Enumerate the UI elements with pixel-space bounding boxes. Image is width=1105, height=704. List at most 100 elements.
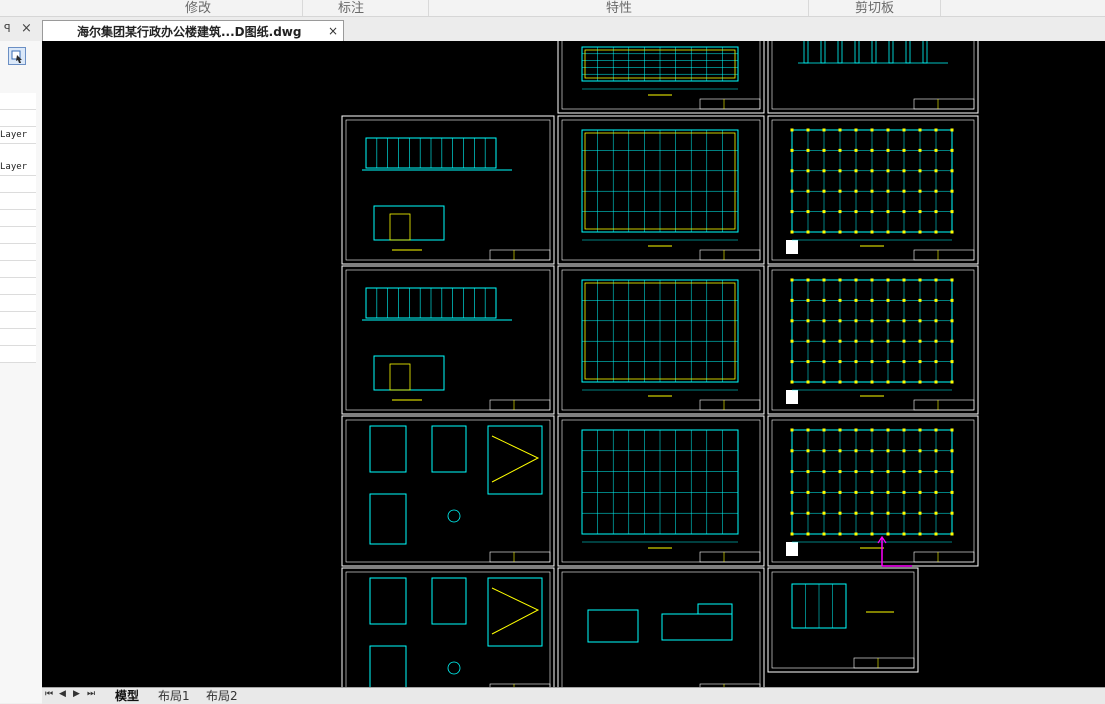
column-mark — [934, 319, 938, 323]
stair-flight-line — [491, 587, 540, 635]
column-mark — [918, 298, 922, 302]
column-mark — [886, 449, 890, 453]
column-mark — [902, 470, 906, 474]
column-mark — [870, 189, 874, 193]
column-mark — [806, 470, 810, 474]
layer-row[interactable]: Layer — [0, 127, 36, 144]
ribbon-group-clipboard[interactable]: 剪切板 — [855, 0, 894, 16]
column-mark — [918, 148, 922, 152]
tab-layout1[interactable]: 布局1 — [158, 687, 190, 704]
column-mark — [950, 189, 954, 193]
column-mark — [918, 230, 922, 234]
column-mark — [886, 278, 890, 282]
ribbon-group-dimension[interactable]: 标注 — [338, 0, 364, 16]
prev-layout-icon[interactable]: ◀ — [59, 689, 66, 699]
column-mark — [902, 230, 906, 234]
column-mark — [854, 210, 858, 214]
column-mark — [870, 532, 874, 536]
column-mark — [886, 532, 890, 536]
column-mark — [790, 128, 794, 132]
drawing-canvas[interactable] — [42, 41, 1105, 687]
stair-plan-outline — [369, 425, 407, 473]
column-mark — [854, 148, 858, 152]
column-mark — [870, 449, 874, 453]
column-mark — [806, 490, 810, 494]
column-mark — [854, 189, 858, 193]
drawing-sheet-frame — [557, 567, 765, 687]
title-block — [853, 657, 915, 669]
panel-row — [0, 329, 36, 346]
column-mark — [790, 319, 794, 323]
column-mark — [918, 449, 922, 453]
tab-layout2[interactable]: 布局2 — [206, 687, 238, 704]
column-mark — [918, 189, 922, 193]
column-mark — [934, 490, 938, 494]
close-icon[interactable]: × — [21, 21, 32, 36]
column-mark — [870, 298, 874, 302]
column-mark — [870, 511, 874, 515]
column-mark — [902, 490, 906, 494]
column-mark — [854, 380, 858, 384]
panel-row — [0, 312, 36, 329]
column-mark — [886, 380, 890, 384]
tab-model[interactable]: 模型 — [115, 687, 139, 704]
column-mark — [902, 380, 906, 384]
column-mark — [854, 470, 858, 474]
title-block — [489, 399, 551, 411]
column-mark — [950, 319, 954, 323]
column-mark — [790, 169, 794, 173]
drawing-sheet-frame — [557, 41, 765, 114]
panel-row — [0, 176, 36, 193]
title-block — [489, 249, 551, 261]
stair-plan-outline — [369, 577, 407, 625]
last-layout-icon[interactable]: ⏭ — [87, 689, 95, 699]
column-mark — [918, 360, 922, 364]
stair-plan-outline — [369, 645, 407, 687]
panel-row — [0, 93, 36, 110]
column-mark — [950, 210, 954, 214]
column-mark — [886, 189, 890, 193]
column-mark — [838, 128, 842, 132]
column-mark — [934, 169, 938, 173]
layer-row[interactable]: Layer — [0, 159, 36, 176]
panel-header: ꟼ × — [0, 21, 42, 39]
drawing-sheet-inner-frame — [771, 571, 915, 669]
panel-row — [0, 110, 36, 127]
ribbon-group-properties[interactable]: 特性 — [606, 0, 632, 16]
column-mark — [790, 470, 794, 474]
column-mark — [822, 339, 826, 343]
column-mark — [918, 169, 922, 173]
side-elevation-outline — [373, 205, 445, 241]
column-elevation — [837, 41, 843, 64]
column-mark — [950, 128, 954, 132]
column-mark — [934, 298, 938, 302]
ribbon-group-modify[interactable]: 修改 — [185, 0, 211, 16]
column-mark — [934, 189, 938, 193]
column-mark — [806, 148, 810, 152]
pin-icon[interactable]: ꟼ — [4, 22, 11, 35]
column-mark — [838, 428, 842, 432]
column-mark — [822, 470, 826, 474]
drawing-sheet-frame — [557, 265, 765, 415]
panel-row — [0, 210, 36, 227]
panel-row — [0, 193, 36, 210]
column-mark — [822, 148, 826, 152]
column-mark — [934, 148, 938, 152]
column-mark — [790, 278, 794, 282]
column-mark — [870, 278, 874, 282]
legend-block — [786, 542, 798, 556]
column-mark — [902, 532, 906, 536]
column-mark — [790, 380, 794, 384]
first-layout-icon[interactable]: ⏮ — [45, 689, 53, 699]
column-mark — [918, 128, 922, 132]
column-mark — [838, 148, 842, 152]
column-mark — [934, 278, 938, 282]
next-layout-icon[interactable]: ▶ — [73, 689, 80, 699]
column-mark — [838, 449, 842, 453]
column-mark — [790, 511, 794, 515]
column-elevation — [803, 41, 809, 64]
layer-manager-icon[interactable] — [8, 47, 26, 65]
column-mark — [902, 360, 906, 364]
document-tab[interactable]: 海尔集团某行政办公楼建筑...D图纸.dwg × — [42, 20, 344, 41]
close-icon[interactable]: × — [328, 21, 338, 42]
